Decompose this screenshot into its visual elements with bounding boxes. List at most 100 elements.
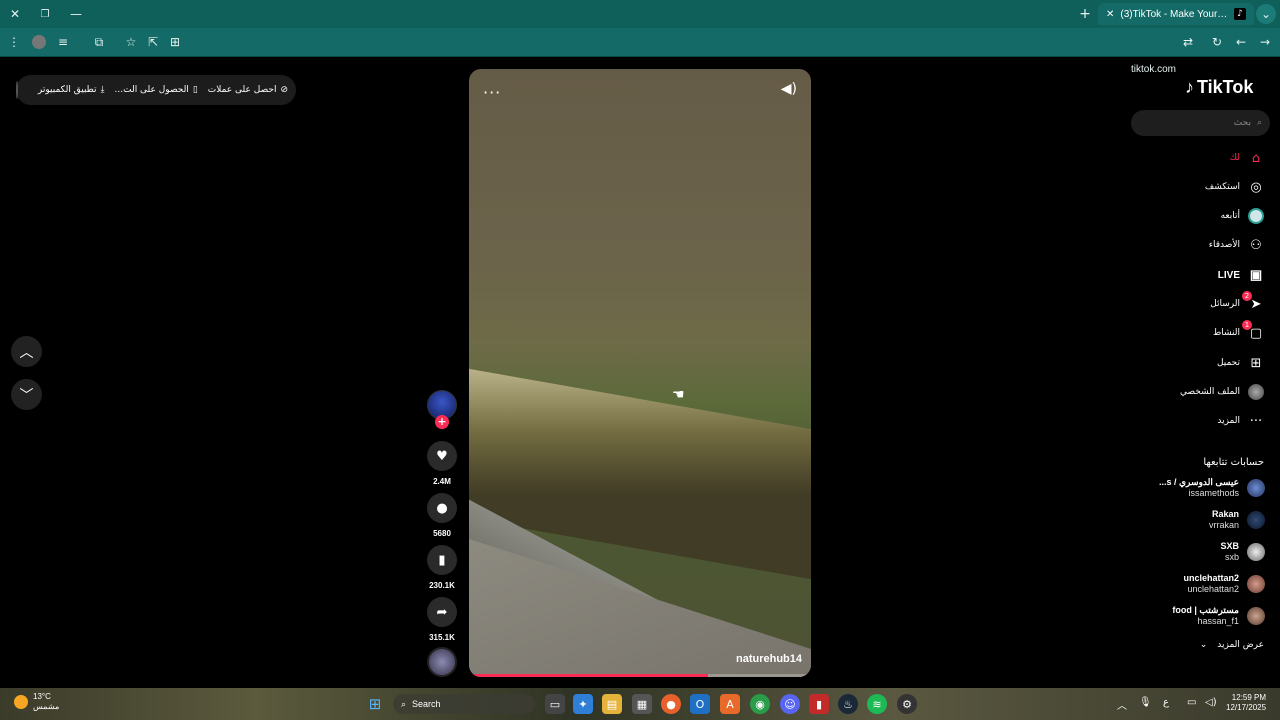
account-username: unclehattan2 <box>1187 584 1239 594</box>
bookmark-icon[interactable]: ▮ <box>427 545 457 575</box>
steam-icon[interactable]: ♨ <box>838 694 858 714</box>
taskbar-weather[interactable]: 13°C مشمس <box>14 692 59 712</box>
comment-icon[interactable]: ● <box>427 493 457 523</box>
back-icon[interactable]: ← <box>1231 32 1251 52</box>
outlook-icon[interactable]: O <box>690 694 710 714</box>
volume-icon[interactable]: ◀) <box>781 81 797 97</box>
app-red-icon[interactable]: ▮ <box>809 694 829 714</box>
follow-plus-icon[interactable]: + <box>435 415 449 429</box>
profile-avatar-icon <box>1248 384 1264 400</box>
followed-account[interactable]: Rakan vrrakan <box>1209 506 1265 534</box>
nav-label: الأصدقاء <box>1208 240 1240 250</box>
desktop-app-button[interactable]: ⤓ تطبيق الكمبيوتر <box>38 85 105 95</box>
extensions-icon[interactable]: ⧉ <box>89 32 109 52</box>
nav-messages[interactable]: ➤ 2 الرسائل <box>1210 291 1264 314</box>
browser-toolbar: ⋮ ≡ ⧉ ☆ ⇱ ⊞ tiktok.com ⇄ ↻ ← → <box>0 28 1280 75</box>
site-settings-icon[interactable]: ⇄ <box>1178 32 1198 52</box>
following-avatar-icon <box>1248 208 1264 224</box>
task-view-icon[interactable]: ▭ <box>545 694 565 714</box>
copilot-icon[interactable]: ✦ <box>573 694 593 714</box>
comment-action[interactable]: ● 5680 <box>427 493 457 538</box>
see-more-button[interactable]: عرض المزيد ⌄ <box>1200 640 1264 650</box>
nav-live[interactable]: ▣ LIVE <box>1218 265 1264 285</box>
spotify-icon[interactable]: ≋ <box>867 694 887 714</box>
followed-account[interactable]: SXB sxb <box>1220 538 1265 566</box>
translate-icon[interactable]: ⊞ <box>165 32 185 52</box>
nav-friends[interactable]: ⚇ الأصدقاء <box>1209 235 1264 255</box>
next-video-button[interactable]: ﹀ <box>11 379 42 410</box>
firefox-icon[interactable]: ● <box>661 694 681 714</box>
close-window-icon[interactable]: ✕ <box>5 4 25 24</box>
app-misc-icon[interactable]: ⚙ <box>897 694 917 714</box>
tab-list-chevron-icon[interactable]: ⌄ <box>1256 4 1276 24</box>
music-disc-icon[interactable] <box>427 647 457 677</box>
tab-title: (3)TikTok - Make Your Day <box>1120 8 1228 20</box>
more-icon: ··· <box>1249 413 1263 429</box>
taskbar-clock[interactable]: 12:59 PM 12/17/2025 <box>1226 693 1266 713</box>
share-arrow-icon[interactable]: ➦ <box>427 597 457 627</box>
file-explorer-icon[interactable]: ▤ <box>602 694 622 714</box>
discord-icon[interactable]: ☺ <box>780 694 800 714</box>
share-action[interactable]: ➦ 315.1K <box>427 597 457 642</box>
search-input[interactable]: ⌕ بحث <box>1131 110 1270 136</box>
browser-title-bar: ✕ ❐ — + ✕ (3)TikTok - Make Your Day ♪ ⌄ <box>0 0 1280 28</box>
forward-icon[interactable]: → <box>1255 32 1275 52</box>
app-a-icon[interactable]: A <box>720 694 740 714</box>
taskbar-search-label: Search <box>412 699 441 709</box>
get-app-button[interactable]: ▯ الحصول على الت... <box>115 85 198 95</box>
search-placeholder: بحث <box>1233 118 1251 128</box>
maximize-window-icon[interactable]: ❐ <box>35 4 55 24</box>
new-tab-icon[interactable]: + <box>1075 4 1095 24</box>
windows-start-icon[interactable]: ⊞ <box>365 694 385 714</box>
get-coins-label: احصل على عملات <box>207 85 277 95</box>
address-bar-url[interactable]: tiktok.com <box>1131 64 1176 75</box>
taskbar-search[interactable]: ⌕ Search <box>393 694 535 714</box>
nav-for-you[interactable]: ⌂ لك <box>1230 148 1264 168</box>
tiktok-logo[interactable]: ♪ TikTok <box>1185 77 1253 98</box>
account-avatar <box>1247 479 1265 497</box>
user-avatar[interactable] <box>15 81 18 99</box>
tray-chevron-icon[interactable]: ︿ <box>1117 697 1127 712</box>
tab-tiktok[interactable]: ✕ (3)TikTok - Make Your Day ♪ <box>1098 3 1254 25</box>
tab-close-icon[interactable]: ✕ <box>1106 9 1114 20</box>
followed-account[interactable]: عيسى الدوسري / s... issamethods <box>1159 474 1265 502</box>
chrome-icon[interactable]: ◉ <box>750 694 770 714</box>
reload-icon[interactable]: ↻ <box>1207 32 1227 52</box>
followed-account[interactable]: مسترشتب | food hassan_f1 <box>1172 602 1265 630</box>
video-creator-handle[interactable]: naturehub14 <box>736 653 802 665</box>
share-page-icon[interactable]: ⇱ <box>143 32 163 52</box>
bookmark-star-icon[interactable]: ☆ <box>121 32 141 52</box>
reading-list-icon[interactable]: ≡ <box>53 32 73 52</box>
nav-label: الرسائل <box>1210 299 1240 309</box>
account-username: hassan_f1 <box>1197 616 1239 626</box>
input-language[interactable]: ع <box>1163 697 1169 708</box>
get-coins-button[interactable]: ⊘ احصل على عملات <box>208 85 288 95</box>
nav-more[interactable]: ··· المزيد <box>1217 411 1264 431</box>
video-options-icon[interactable]: ··· <box>483 83 501 102</box>
followed-account[interactable]: unclehattan2 unclehattan2 <box>1183 570 1265 598</box>
nav-profile[interactable]: الملف الشخصي <box>1180 382 1264 402</box>
weather-temperature: 13°C <box>33 692 51 701</box>
nav-activity[interactable]: ▢ 1 النشاط <box>1213 320 1264 343</box>
get-app-label: الحصول على الت... <box>114 85 189 95</box>
like-action[interactable]: ♥ 2.4M <box>427 441 457 486</box>
profile-avatar-icon[interactable] <box>29 32 49 52</box>
chevron-down-icon: ﹀ <box>19 387 34 404</box>
nav-following[interactable]: أتابعه <box>1221 206 1264 226</box>
video-progress-bar[interactable] <box>469 674 811 677</box>
network-icon[interactable]: ▭ <box>1187 697 1196 708</box>
store-icon[interactable]: ▦ <box>632 694 652 714</box>
video-player[interactable]: ··· ◀) naturehub14 <box>469 69 811 677</box>
live-icon: ▣ <box>1249 267 1263 282</box>
volume-tray-icon[interactable]: ◁) <box>1205 697 1217 708</box>
save-action[interactable]: ▮ 230.1K <box>427 545 457 590</box>
microphone-icon[interactable]: 🎙 <box>1139 697 1152 708</box>
previous-video-button[interactable]: ︿ <box>11 336 42 367</box>
minimize-window-icon[interactable]: — <box>66 4 86 24</box>
heart-icon[interactable]: ♥ <box>427 441 457 471</box>
search-icon[interactable]: ⌕ <box>1257 118 1262 128</box>
nav-explore[interactable]: ◎ استكشف <box>1205 177 1264 197</box>
menu-dots-icon[interactable]: ⋮ <box>4 32 24 52</box>
coin-icon: ⊘ <box>280 85 288 95</box>
nav-upload[interactable]: ⊞ تحميل <box>1217 353 1264 373</box>
